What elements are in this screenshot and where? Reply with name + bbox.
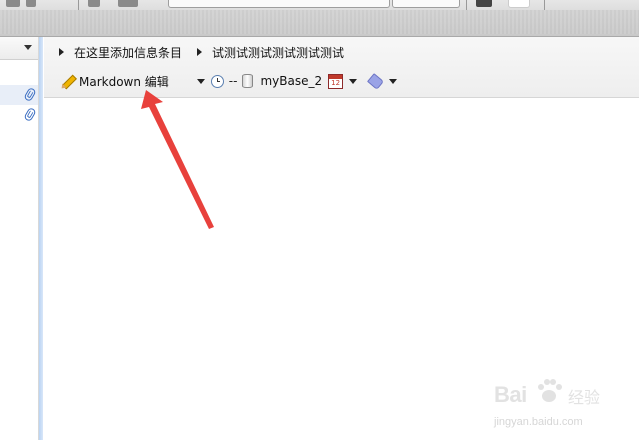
annotation-arrow-shape (141, 90, 214, 229)
watermark-brand: Bai (494, 382, 527, 407)
watermark: Bai 经验 jingyan.baidu.com (494, 370, 634, 436)
paw-icon (538, 379, 562, 402)
watermark-suffix: 经验 (568, 388, 601, 407)
watermark-url: jingyan.baidu.com (494, 416, 583, 428)
